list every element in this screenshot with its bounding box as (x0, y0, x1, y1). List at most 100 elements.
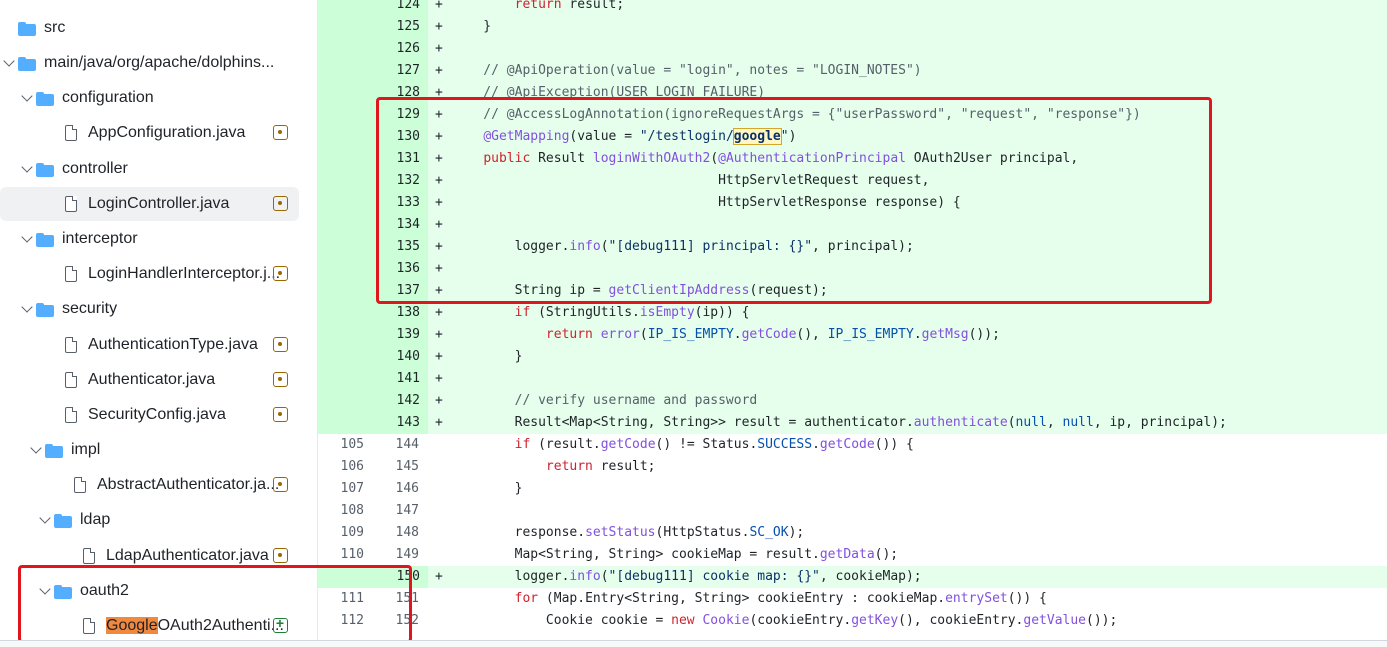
new-line-number[interactable]: 130 (372, 126, 428, 148)
diff-line-added[interactable]: 143 + Result<Map<String, String>> result … (318, 412, 1387, 434)
old-line-number[interactable] (318, 258, 372, 280)
new-line-number[interactable]: 127 (372, 60, 428, 82)
new-line-number[interactable]: 148 (372, 522, 427, 544)
new-line-number[interactable]: 134 (372, 214, 428, 236)
diff-line-added[interactable]: 140 + } (318, 346, 1387, 368)
tree-file-10[interactable]: Authenticator.java (0, 363, 299, 397)
diff-line-added[interactable]: 139 + return error(IP_IS_EMPTY.getCode(),… (318, 324, 1387, 346)
diff-line-added[interactable]: 132 + HttpServletRequest request, (318, 170, 1387, 192)
new-line-number[interactable]: 124 (372, 0, 428, 16)
tree-folder-2[interactable]: configuration (0, 81, 299, 115)
diff-line-added[interactable]: 131 + public Result loginWithOAuth2(@Auth… (318, 148, 1387, 170)
new-line-number[interactable]: 125 (372, 16, 428, 38)
chevron-down-icon[interactable] (30, 442, 42, 454)
new-line-number[interactable]: 136 (372, 258, 428, 280)
new-line-number[interactable]: 143 (372, 412, 428, 434)
old-line-number[interactable]: 109 (318, 522, 372, 544)
new-line-number[interactable]: 151 (372, 588, 427, 610)
old-line-number[interactable] (318, 566, 372, 588)
chevron-down-icon[interactable] (21, 90, 33, 102)
old-line-number[interactable] (318, 60, 372, 82)
new-line-number[interactable]: 129 (372, 104, 428, 126)
new-line-number[interactable]: 142 (372, 390, 428, 412)
diff-line-added[interactable]: 138 + if (StringUtils.isEmpty(ip)) { (318, 302, 1387, 324)
diff-line-added[interactable]: 137 + String ip = getClientIpAddress(requ… (318, 280, 1387, 302)
new-line-number[interactable]: 149 (372, 544, 427, 566)
new-line-number[interactable]: 141 (372, 368, 428, 390)
old-line-number[interactable] (318, 236, 372, 258)
old-line-number[interactable]: 105 (318, 434, 372, 456)
old-line-number[interactable] (318, 280, 372, 302)
tree-folder-12[interactable]: impl (0, 433, 299, 467)
diff-line-added[interactable]: 130 + @GetMapping(value = "/testlogin/goo… (318, 126, 1387, 148)
diff-line-added[interactable]: 136 + (318, 258, 1387, 280)
tree-file-3[interactable]: AppConfiguration.java (0, 116, 299, 150)
old-line-number[interactable] (318, 368, 372, 390)
new-line-number[interactable]: 147 (372, 500, 427, 522)
old-line-number[interactable] (318, 148, 372, 170)
diff-line-context[interactable]: 105 144 if (result.getCode() != Status.SU… (318, 434, 1387, 456)
old-line-number[interactable]: 112 (318, 610, 372, 632)
old-line-number[interactable] (318, 126, 372, 148)
old-line-number[interactable] (318, 82, 372, 104)
diff-line-added[interactable]: 128 + // @ApiException(USER_LOGIN_FAILURE… (318, 82, 1387, 104)
diff-line-context[interactable]: 108 147 (318, 500, 1387, 522)
diff-line-added[interactable]: 129 + // @AccessLogAnnotation(ignoreReque… (318, 104, 1387, 126)
chevron-down-icon[interactable] (21, 231, 33, 243)
chevron-down-icon[interactable] (39, 512, 51, 524)
tree-file-11[interactable]: SecurityConfig.java (0, 398, 299, 432)
old-line-number[interactable]: 108 (318, 500, 372, 522)
old-line-number[interactable]: 107 (318, 478, 372, 500)
diff-line-added[interactable]: 150 + logger.info("[debug111] cookie map:… (318, 566, 1387, 588)
old-line-number[interactable]: 111 (318, 588, 372, 610)
chevron-down-icon[interactable] (3, 55, 15, 67)
new-line-number[interactable]: 138 (372, 302, 428, 324)
new-line-number[interactable]: 146 (372, 478, 427, 500)
new-line-number[interactable]: 131 (372, 148, 428, 170)
diff-line-context[interactable]: 110 149 Map<String, String> cookieMap = r… (318, 544, 1387, 566)
old-line-number[interactable] (318, 214, 372, 236)
diff-line-context[interactable]: 107 146 } (318, 478, 1387, 500)
old-line-number[interactable] (318, 346, 372, 368)
new-line-number[interactable]: 139 (372, 324, 428, 346)
old-line-number[interactable] (318, 170, 372, 192)
new-line-number[interactable]: 133 (372, 192, 428, 214)
diff-line-added[interactable]: 135 + logger.info("[debug111] principal: … (318, 236, 1387, 258)
old-line-number[interactable] (318, 192, 372, 214)
old-line-number[interactable] (318, 412, 372, 434)
old-line-number[interactable] (318, 302, 372, 324)
old-line-number[interactable]: 110 (318, 544, 372, 566)
tree-folder-6[interactable]: interceptor (0, 222, 299, 256)
tree-folder-8[interactable]: security (0, 292, 299, 326)
diff-line-added[interactable]: 133 + HttpServletResponse response) { (318, 192, 1387, 214)
diff-line-context[interactable]: 111 151 for (Map.Entry<String, String> co… (318, 588, 1387, 610)
new-line-number[interactable]: 132 (372, 170, 428, 192)
diff-line-context[interactable]: 112 152 Cookie cookie = new Cookie(cookie… (318, 610, 1387, 632)
diff-line-added[interactable]: 134 + (318, 214, 1387, 236)
chevron-down-icon[interactable] (39, 583, 51, 595)
tree-folder-4[interactable]: controller (0, 152, 299, 186)
diff-line-context[interactable]: 106 145 return result; (318, 456, 1387, 478)
new-line-number[interactable]: 137 (372, 280, 428, 302)
diff-line-added[interactable]: 142 + // verify username and password (318, 390, 1387, 412)
tree-folder-14[interactable]: ldap (0, 503, 299, 537)
new-line-number[interactable]: 150 (372, 566, 428, 588)
old-line-number[interactable] (318, 16, 372, 38)
new-line-number[interactable]: 145 (372, 456, 427, 478)
diff-line-context[interactable]: 109 148 response.setStatus(HttpStatus.SC_… (318, 522, 1387, 544)
tree-folder-16[interactable]: oauth2 (0, 574, 299, 608)
diff-line-added[interactable]: 126 + (318, 38, 1387, 60)
new-line-number[interactable]: 152 (372, 610, 427, 632)
chevron-down-icon[interactable] (21, 301, 33, 313)
new-line-number[interactable]: 144 (372, 434, 427, 456)
old-line-number[interactable] (318, 38, 372, 60)
tree-file-5[interactable]: LoginController.java (0, 187, 299, 221)
diff-line-added[interactable]: 125 + } (318, 16, 1387, 38)
new-line-number[interactable]: 135 (372, 236, 428, 258)
old-line-number[interactable] (318, 390, 372, 412)
tree-file-13[interactable]: AbstractAuthenticator.ja... (0, 468, 299, 502)
diff-line-added[interactable]: 124 + return result; (318, 0, 1387, 16)
new-line-number[interactable]: 128 (372, 82, 428, 104)
tree-file-17[interactable]: GoogleOAuth2Authenti... (0, 609, 299, 643)
old-line-number[interactable] (318, 324, 372, 346)
